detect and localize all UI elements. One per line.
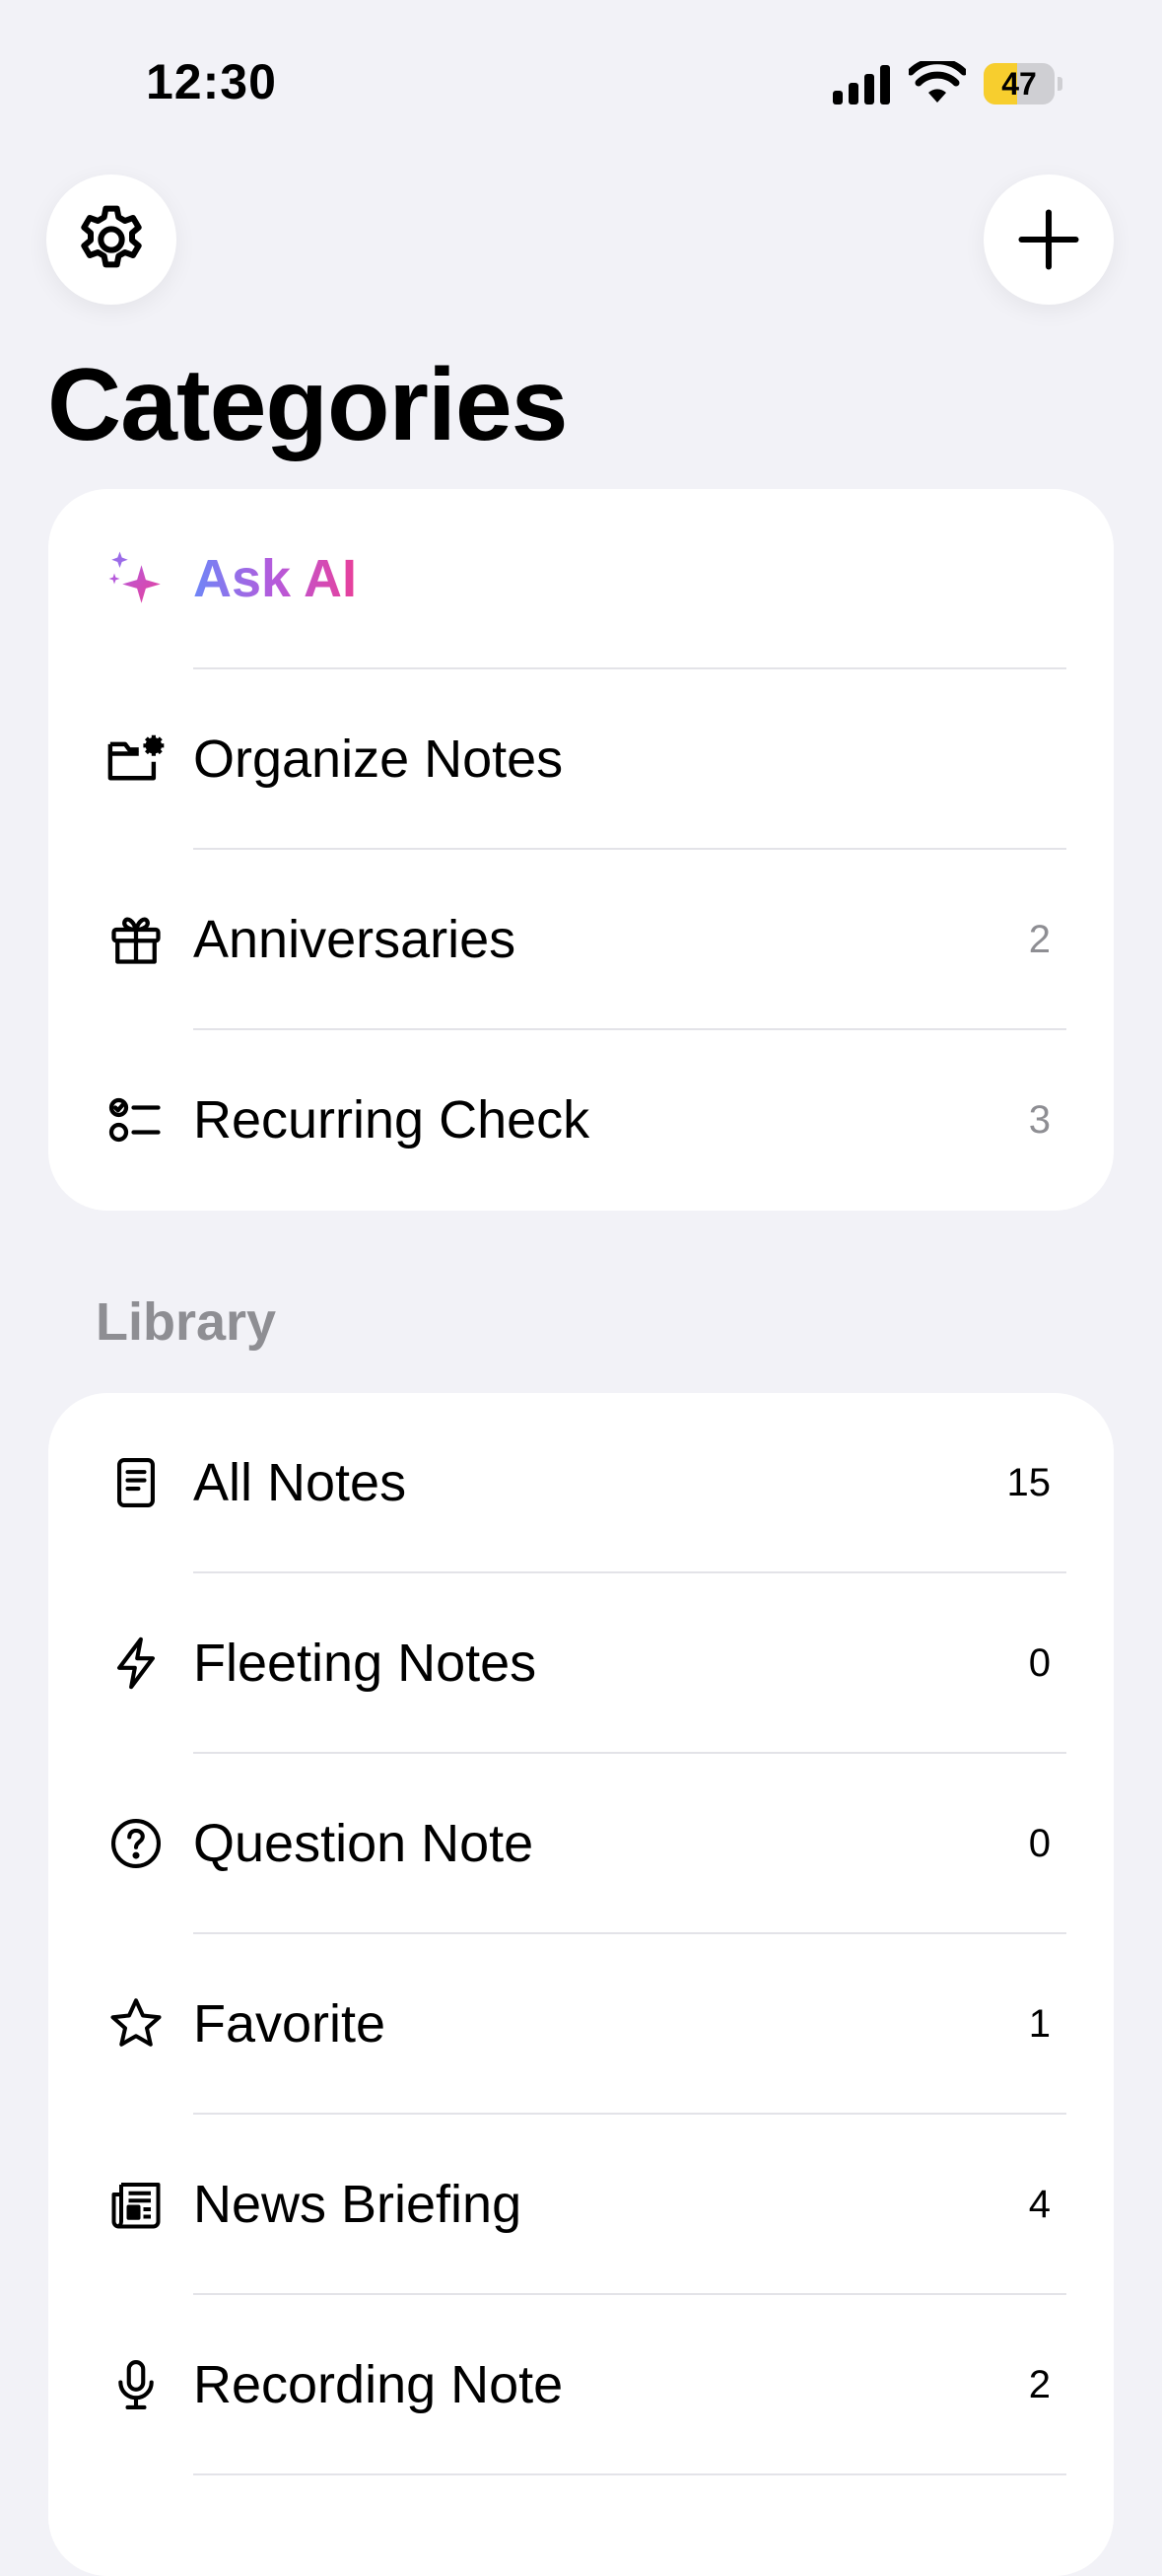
list-item-count: 3	[1028, 1098, 1051, 1142]
list-item-fleeting-notes[interactable]: Fleeting Notes 0	[48, 1573, 1114, 1754]
bolt-icon	[103, 1631, 169, 1696]
list-item-label: All Notes	[193, 1453, 407, 1512]
wifi-icon	[909, 61, 966, 103]
list-item-ask-ai[interactable]: Ask AI	[48, 489, 1114, 669]
list-item-label: News Briefing	[193, 2175, 522, 2234]
list-item-count: 0	[1028, 1822, 1051, 1865]
gear-icon	[81, 205, 142, 268]
list-item-count: 2	[1028, 2363, 1051, 2406]
battery-icon: 47	[984, 63, 1062, 104]
add-button[interactable]	[984, 174, 1114, 305]
list-item-count: 1	[1028, 2002, 1051, 2046]
status-bar: 12:30 47	[0, 0, 1162, 168]
list-item-organize-notes[interactable]: Organize Notes	[48, 669, 1114, 850]
quick-actions-card: Ask AI Organize Notes Anniversaries 2 Re…	[48, 489, 1114, 1211]
list-item-count: 2	[1028, 918, 1051, 961]
list-item-news-briefing[interactable]: News Briefing 4	[48, 2115, 1114, 2295]
battery-nub	[1058, 77, 1062, 91]
page-title: Categories	[47, 348, 569, 462]
battery-percent: 47	[1001, 66, 1037, 102]
cellular-signal-icon	[833, 65, 890, 104]
gift-icon	[103, 907, 169, 972]
list-item-label: Question Note	[193, 1814, 534, 1873]
list-item-label: Favorite	[193, 1994, 386, 2054]
settings-button[interactable]	[46, 174, 176, 305]
list-item-recording-note[interactable]: Recording Note 2	[48, 2295, 1114, 2475]
sparkles-icon	[103, 546, 169, 611]
library-card: All Notes 15 Fleeting Notes 0 Question N…	[48, 1393, 1114, 2576]
question-circle-icon	[103, 1811, 169, 1876]
plus-icon	[1018, 209, 1079, 270]
star-icon	[103, 1991, 169, 2056]
list-item-label: Fleeting Notes	[193, 1634, 537, 1693]
list-item-recurring-check[interactable]: Recurring Check 3	[48, 1030, 1114, 1211]
list-item-label: Anniversaries	[193, 910, 516, 969]
list-item-favorite[interactable]: Favorite 1	[48, 1934, 1114, 2115]
list-item-label: Organize Notes	[193, 730, 564, 789]
list-item-question-note[interactable]: Question Note 0	[48, 1754, 1114, 1934]
document-icon	[103, 1450, 169, 1515]
divider	[193, 2473, 1066, 2475]
section-header-library: Library	[96, 1292, 277, 1352]
list-item-count: 4	[1028, 2183, 1051, 2226]
list-item-count: 15	[1006, 1461, 1052, 1504]
list-item-label: Recording Note	[193, 2355, 564, 2414]
status-time: 12:30	[146, 54, 277, 109]
newspaper-icon	[103, 2172, 169, 2237]
list-item-label: Ask AI	[193, 489, 357, 669]
list-item-count: 0	[1028, 1641, 1051, 1685]
list-item-label: Recurring Check	[193, 1090, 590, 1149]
folder-gear-icon	[103, 727, 169, 792]
checklist-icon	[103, 1087, 169, 1152]
list-item-anniversaries[interactable]: Anniversaries 2	[48, 850, 1114, 1030]
list-item-all-notes[interactable]: All Notes 15	[48, 1393, 1114, 1573]
microphone-icon	[103, 2352, 169, 2417]
